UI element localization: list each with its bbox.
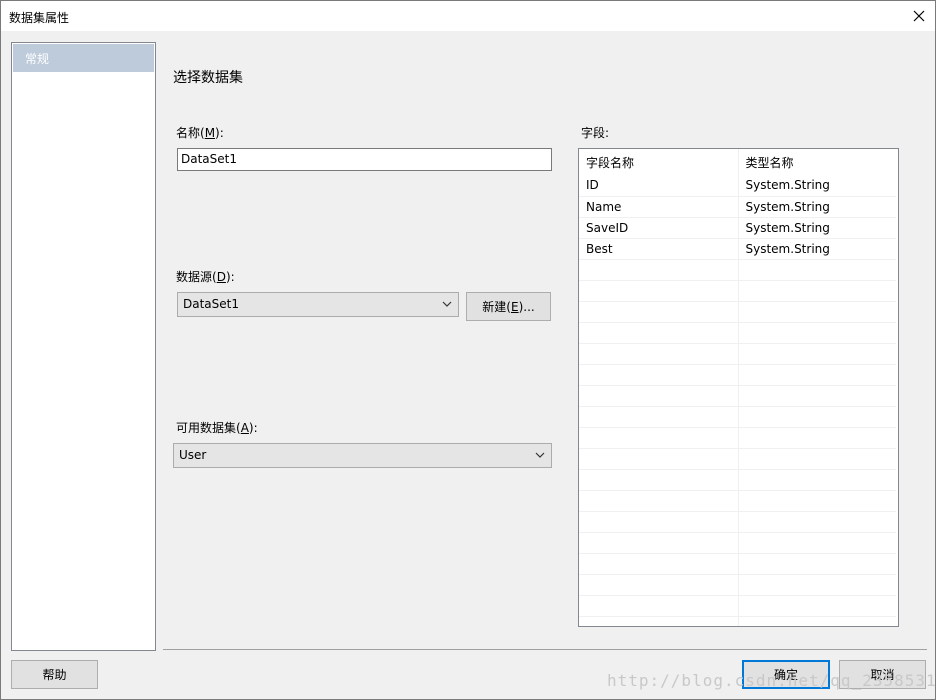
title-bar: 数据集属性 [1,1,935,31]
empty-row [579,427,896,449]
field-name-cell[interactable]: SaveID [579,217,739,239]
empty-cell [579,385,739,407]
empty-row [579,406,896,428]
field-type-cell[interactable]: System.String [738,238,896,260]
column-header-field-name[interactable]: 字段名称 [579,149,739,175]
empty-cell [738,469,896,491]
name-label: 名称(M): [176,126,224,140]
field-type-cell[interactable]: System.String [738,217,896,239]
chevron-down-icon [535,452,545,458]
empty-cell [738,427,896,449]
empty-cell [579,301,739,323]
empty-row [579,448,896,470]
column-header-type-name[interactable]: 类型名称 [738,149,896,175]
empty-cell [579,490,739,512]
empty-cell [738,301,896,323]
empty-cell [738,385,896,407]
datasource-select[interactable]: DataSet1 [177,292,459,317]
fields-grid[interactable]: 字段名称 类型名称 ID System.String Name System.S… [578,148,899,627]
name-input[interactable]: DataSet1 [177,148,552,171]
empty-row [579,469,896,491]
footer-separator [163,649,927,650]
empty-cell [579,406,739,428]
empty-cell [738,343,896,365]
new-datasource-button[interactable]: 新建(E)... [466,292,551,321]
fields-label: 字段: [581,126,610,140]
datasource-selected: DataSet1 [183,297,239,311]
empty-cell [579,532,739,554]
empty-cell [579,448,739,470]
empty-cell [738,406,896,428]
empty-row [579,490,896,512]
category-nav: 常规 [11,42,156,651]
close-icon [913,10,925,22]
field-name-cell[interactable]: Best [579,238,739,260]
field-name-cell[interactable]: Name [579,196,739,218]
table-row[interactable]: Name System.String [579,196,896,218]
empty-row [579,343,896,365]
field-type-cell[interactable]: System.String [738,196,896,218]
empty-row [579,364,896,386]
empty-row [579,553,896,575]
table-row[interactable]: Best System.String [579,238,896,260]
empty-cell [738,364,896,386]
empty-cell [579,259,739,281]
table-row[interactable]: SaveID System.String [579,217,896,239]
available-selected: User [179,448,207,462]
empty-cell [579,322,739,344]
empty-cell [579,280,739,302]
empty-row [579,259,896,281]
empty-row [579,385,896,407]
empty-cell [579,511,739,533]
empty-row [579,616,896,626]
empty-row [579,511,896,533]
dialog-window: 数据集属性 常规 选择数据集 名称(M): DataSet1 数据源(D): D… [0,0,936,700]
close-button[interactable] [903,1,935,31]
empty-cell [738,532,896,554]
empty-cell [738,511,896,533]
empty-cell [738,595,896,617]
empty-cell [738,322,896,344]
empty-row [579,532,896,554]
empty-row [579,595,896,617]
section-title: 选择数据集 [173,70,243,86]
empty-cell [579,343,739,365]
empty-cell [738,280,896,302]
empty-row [579,322,896,344]
empty-cell [738,259,896,281]
empty-cell [579,595,739,617]
empty-row [579,301,896,323]
empty-cell [738,616,896,626]
help-button[interactable]: 帮助 [11,660,98,689]
empty-cell [579,616,739,626]
empty-cell [579,469,739,491]
field-type-cell[interactable]: System.String [738,175,896,197]
empty-cell [738,574,896,596]
nav-item-label: 常规 [25,52,50,66]
fields-header-row: 字段名称 类型名称 [579,149,896,175]
field-name-cell[interactable]: ID [579,175,739,197]
empty-cell [579,364,739,386]
watermark: http://blog.csdn.net/qq_23585313 [607,671,936,690]
empty-cell [579,574,739,596]
empty-row [579,280,896,302]
available-datasets-select[interactable]: User [173,443,552,468]
empty-cell [738,490,896,512]
empty-cell [738,553,896,575]
nav-item-general[interactable]: 常规 [13,44,154,72]
table-row[interactable]: ID System.String [579,175,896,197]
window-title: 数据集属性 [9,11,70,25]
available-datasets-label: 可用数据集(A): [176,421,258,435]
empty-cell [579,553,739,575]
chevron-down-icon [442,301,452,307]
empty-cell [579,427,739,449]
datasource-label: 数据源(D): [176,270,235,284]
empty-cell [738,448,896,470]
empty-row [579,574,896,596]
